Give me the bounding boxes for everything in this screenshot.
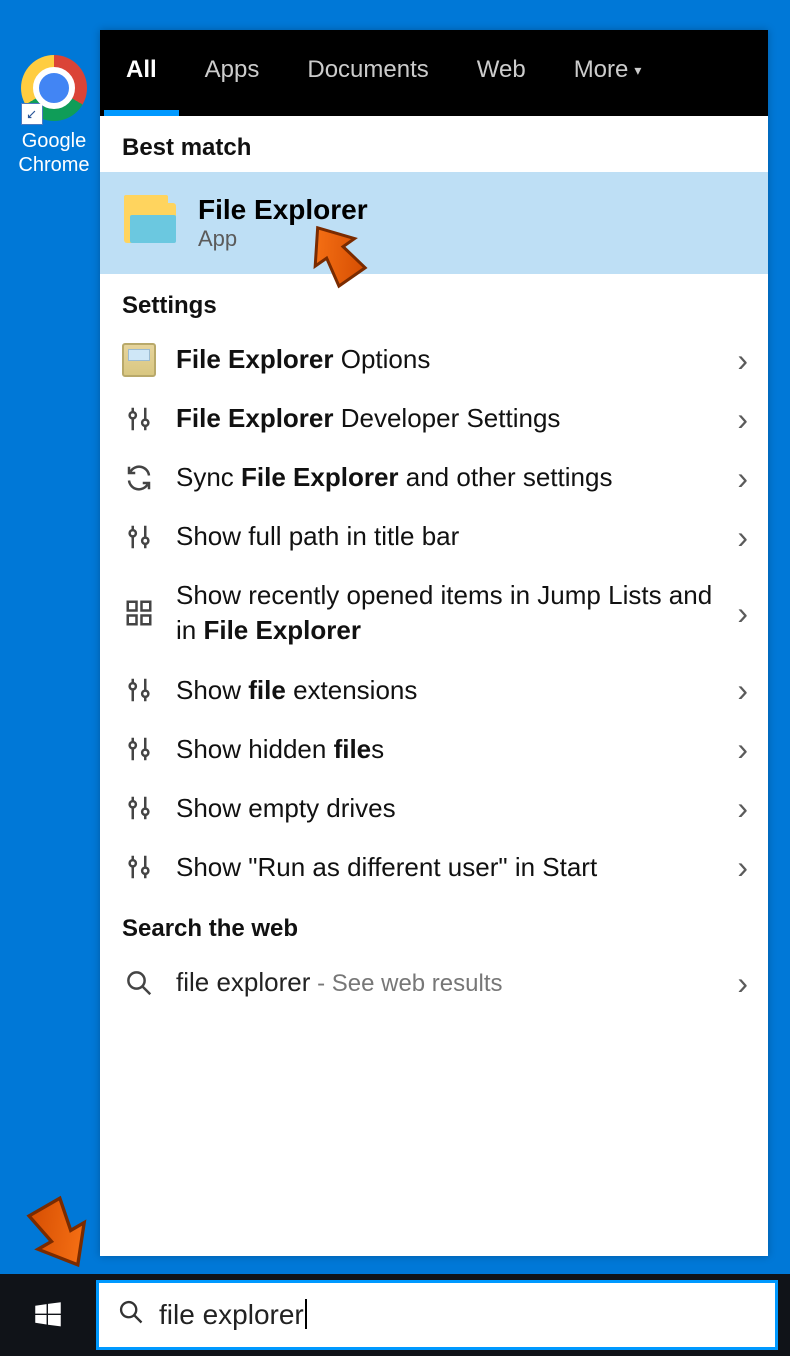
- settings-item-label: Show full path in title bar: [176, 519, 717, 554]
- search-input-value: file explorer: [159, 1299, 304, 1330]
- chrome-icon: [21, 55, 87, 121]
- settings-item-empty[interactable]: Show empty drives ›: [100, 779, 768, 838]
- settings-item-label: Sync File Explorer and other settings: [176, 460, 717, 495]
- settings-item-label: File Explorer Developer Settings: [176, 401, 717, 436]
- search-icon: [122, 966, 156, 1000]
- best-match-title: File Explorer: [198, 194, 368, 226]
- section-search-web: Search the web: [100, 897, 768, 953]
- tab-documents-label: Documents: [307, 56, 428, 84]
- tab-apps-label: Apps: [205, 56, 260, 84]
- settings-item-label: Show "Run as different user" in Start: [176, 850, 717, 885]
- web-result-query: file explorer: [176, 967, 310, 997]
- chevron-right-icon: ›: [737, 403, 748, 435]
- tab-apps[interactable]: Apps: [183, 30, 282, 116]
- web-result[interactable]: file explorer - See web results ›: [100, 953, 768, 1012]
- tab-more-label: More: [574, 56, 629, 84]
- settings-item-fullpath[interactable]: Show full path in title bar ›: [100, 507, 768, 566]
- web-result-text: file explorer - See web results: [176, 965, 717, 1000]
- chevron-right-icon: ›: [737, 674, 748, 706]
- options-icon: [122, 343, 156, 377]
- sliders-icon: [122, 520, 156, 554]
- windows-logo-icon: [31, 1298, 65, 1332]
- grid-icon: [122, 596, 156, 630]
- settings-item-label: File Explorer Options: [176, 342, 717, 377]
- best-match-result[interactable]: File Explorer App: [100, 172, 768, 274]
- tab-web[interactable]: Web: [455, 30, 548, 116]
- settings-item-ext[interactable]: Show file extensions ›: [100, 661, 768, 720]
- section-best-match: Best match: [100, 116, 768, 172]
- refresh-icon: [122, 461, 156, 495]
- tab-all-label: All: [126, 56, 157, 84]
- settings-item-jump[interactable]: Show recently opened items in Jump Lists…: [100, 566, 768, 660]
- settings-item-runas[interactable]: Show "Run as different user" in Start ›: [100, 838, 768, 897]
- chevron-right-icon: ›: [737, 462, 748, 494]
- settings-item-label: Show empty drives: [176, 791, 717, 826]
- desktop-shortcut-label: Google Chrome: [14, 129, 94, 177]
- search-results-body: Best match File Explorer App: [100, 116, 768, 1256]
- chevron-right-icon: ›: [737, 344, 748, 376]
- search-input[interactable]: file explorer: [159, 1299, 757, 1331]
- sliders-icon: [122, 732, 156, 766]
- settings-item-sync[interactable]: Sync File Explorer and other settings ›: [100, 448, 768, 507]
- desktop-shortcut-chrome[interactable]: Google Chrome: [14, 55, 94, 177]
- chevron-right-icon: ›: [737, 733, 748, 765]
- search-scope-tabs: All Apps Documents Web More ▾: [100, 30, 768, 116]
- search-icon: [117, 1298, 145, 1333]
- chevron-right-icon: ›: [737, 792, 748, 824]
- tab-web-label: Web: [477, 56, 526, 84]
- tab-documents[interactable]: Documents: [285, 30, 450, 116]
- chevron-right-icon: ›: [737, 967, 748, 999]
- sliders-icon: [122, 402, 156, 436]
- annotation-arrow-icon: [20, 1194, 100, 1274]
- chevron-right-icon: ›: [737, 597, 748, 629]
- chevron-right-icon: ›: [737, 851, 748, 883]
- taskbar-search-box[interactable]: file explorer: [96, 1280, 778, 1350]
- start-search-panel: All Apps Documents Web More ▾ Best match…: [100, 30, 768, 1256]
- tab-more[interactable]: More ▾: [552, 30, 664, 116]
- taskbar: file explorer: [0, 1274, 790, 1356]
- settings-item-dev[interactable]: File Explorer Developer Settings ›: [100, 389, 768, 448]
- sliders-icon: [122, 791, 156, 825]
- start-button[interactable]: [0, 1274, 96, 1356]
- best-match-subtitle: App: [198, 226, 368, 252]
- sliders-icon: [122, 850, 156, 884]
- text-caret: [305, 1299, 307, 1329]
- settings-item-hidden[interactable]: Show hidden files ›: [100, 720, 768, 779]
- settings-item-options[interactable]: File Explorer Options ›: [100, 330, 768, 389]
- settings-item-label: Show recently opened items in Jump Lists…: [176, 578, 717, 648]
- web-result-hint: - See web results: [310, 970, 502, 997]
- settings-item-label: Show file extensions: [176, 673, 717, 708]
- chevron-down-icon: ▾: [634, 62, 641, 79]
- tab-all[interactable]: All: [104, 30, 179, 116]
- settings-item-label: Show hidden files: [176, 732, 717, 767]
- chevron-right-icon: ›: [737, 521, 748, 553]
- shortcut-arrow-icon: [21, 103, 43, 125]
- sliders-icon: [122, 673, 156, 707]
- file-explorer-icon: [124, 203, 176, 243]
- section-settings: Settings: [100, 274, 768, 330]
- settings-results-list: File Explorer Options›File Explorer Deve…: [100, 330, 768, 897]
